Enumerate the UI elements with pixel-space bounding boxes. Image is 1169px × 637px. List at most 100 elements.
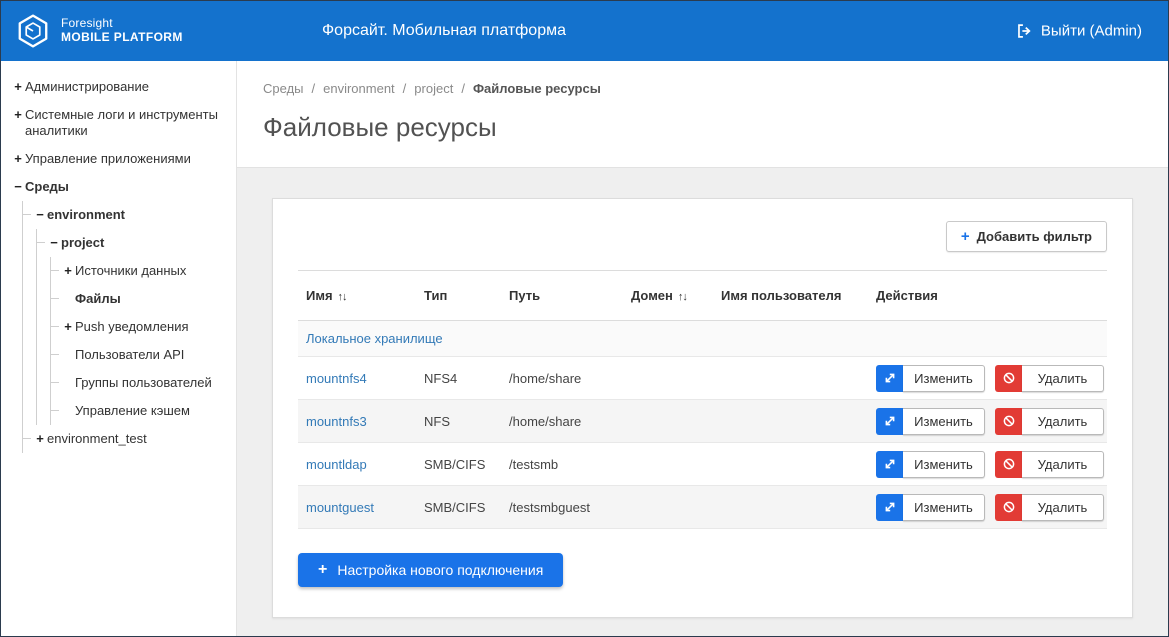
app-window: Foresight MOBILE PLATFORM Форсайт. Мобил… — [0, 0, 1169, 637]
column-header-domain: Домен ↑↓ — [623, 271, 713, 321]
foresight-logo[interactable]: Foresight MOBILE PLATFORM — [1, 13, 237, 49]
new-connection-label: Настройка нового подключения — [337, 562, 543, 578]
expand-icon[interactable]: + — [61, 263, 75, 279]
sidebar-item-data-sources[interactable]: + Источники данных — [51, 257, 230, 285]
expand-icon[interactable]: + — [11, 151, 25, 167]
breadcrumb-environment[interactable]: environment — [323, 81, 395, 96]
resource-type: NFS4 — [416, 357, 501, 400]
edit-button[interactable]: Изменить — [876, 494, 985, 521]
resources-table: Имя↑↓ Тип Путь Домен↑↓ Имя пользователя … — [298, 270, 1107, 529]
add-filter-button[interactable]: + Добавить фильтр — [946, 221, 1107, 252]
delete-button-label: Удалить — [1022, 451, 1104, 478]
resource-type: SMB/CIFS — [416, 443, 501, 486]
collapse-icon[interactable]: − — [47, 235, 61, 251]
column-label: Путь — [509, 288, 540, 303]
sidebar-item-cache-management[interactable]: Управление кэшем — [51, 397, 230, 425]
edit-button[interactable]: Изменить — [876, 451, 985, 478]
column-label: Действия — [876, 288, 938, 303]
sidebar-item-app-management[interactable]: + Управление приложениями — [9, 145, 230, 173]
resource-path: /home/share — [501, 400, 623, 443]
sidebar-item-project[interactable]: − project — [37, 229, 230, 257]
resource-link[interactable]: mountguest — [306, 500, 374, 515]
add-filter-label: Добавить фильтр — [977, 229, 1092, 244]
sort-icon[interactable]: ↑↓ — [678, 291, 687, 303]
logo-line2: MOBILE PLATFORM — [61, 31, 183, 45]
logout-label: Выйти (Admin) — [1041, 23, 1142, 40]
expand-icon[interactable]: + — [61, 319, 75, 335]
column-label: Тип — [424, 288, 447, 303]
edit-button-label: Изменить — [903, 408, 985, 435]
collapse-icon[interactable]: − — [33, 207, 47, 223]
edit-icon — [876, 365, 903, 392]
delete-icon — [995, 451, 1022, 478]
table-row: mountnfs3 NFS /home/share — [298, 400, 1107, 443]
column-label: Имя — [306, 288, 333, 303]
sidebar-item-label: Среды — [25, 179, 69, 195]
expand-icon[interactable]: + — [11, 79, 25, 95]
nav-tree: + Администрирование + Системные логи и и… — [1, 61, 236, 465]
expand-icon[interactable]: + — [11, 107, 25, 123]
edit-button[interactable]: Изменить — [876, 408, 985, 435]
foresight-logo-icon — [15, 13, 51, 49]
plus-icon: + — [318, 563, 327, 577]
sidebar-item-label: environment — [47, 207, 125, 223]
breadcrumb-project[interactable]: project — [414, 81, 453, 96]
edit-icon — [876, 494, 903, 521]
table-row: mountldap SMB/CIFS /testsmb — [298, 443, 1107, 486]
delete-button[interactable]: Удалить — [995, 365, 1104, 392]
delete-button[interactable]: Удалить — [995, 451, 1104, 478]
collapse-icon[interactable]: − — [11, 179, 25, 195]
expand-icon[interactable]: + — [33, 431, 47, 447]
sidebar-item-api-users[interactable]: Пользователи API — [51, 341, 230, 369]
page-title: Файловые ресурсы — [263, 112, 1142, 143]
breadcrumb-environments[interactable]: Среды — [263, 81, 304, 96]
sidebar-item-push-notifications[interactable]: + Push уведомления — [51, 313, 230, 341]
resource-link[interactable]: mountnfs4 — [306, 371, 367, 386]
delete-icon — [995, 494, 1022, 521]
storage-group-row: Локальное хранилище — [298, 321, 1107, 357]
resource-link[interactable]: mountnfs3 — [306, 414, 367, 429]
delete-button-label: Удалить — [1022, 408, 1104, 435]
column-header-actions: Действия — [868, 271, 1107, 321]
sidebar-item-files[interactable]: Файлы — [51, 285, 230, 313]
sidebar-item-environment-test[interactable]: + environment_test — [23, 425, 230, 453]
resource-domain — [623, 400, 713, 443]
delete-button[interactable]: Удалить — [995, 408, 1104, 435]
sidebar-item-label: Источники данных — [75, 263, 186, 279]
sidebar-item-user-groups[interactable]: Группы пользователей — [51, 369, 230, 397]
sidebar-item-administration[interactable]: + Администрирование — [9, 73, 230, 101]
new-connection-button[interactable]: + Настройка нового подключения — [298, 553, 563, 587]
sort-icon[interactable]: ↑↓ — [338, 291, 347, 303]
top-header: Foresight MOBILE PLATFORM Форсайт. Мобил… — [1, 1, 1168, 61]
edit-button-label: Изменить — [903, 494, 985, 521]
breadcrumb: Среды / environment / project / Файловые… — [263, 81, 1142, 96]
column-label: Домен — [631, 288, 673, 303]
plus-icon: + — [961, 230, 970, 243]
resource-path: /home/share — [501, 357, 623, 400]
sidebar-item-environments[interactable]: − Среды — [9, 173, 230, 201]
logout-button[interactable]: Выйти (Admin) — [1016, 23, 1142, 40]
logout-icon — [1016, 23, 1033, 40]
resource-username — [713, 357, 868, 400]
edit-button-label: Изменить — [903, 451, 985, 478]
delete-icon — [995, 365, 1022, 392]
delete-button-label: Удалить — [1022, 494, 1104, 521]
logo-line1: Foresight — [61, 17, 183, 31]
breadcrumb-separator: / — [403, 81, 407, 96]
sidebar-item-environment[interactable]: − environment — [23, 201, 230, 229]
edit-button[interactable]: Изменить — [876, 365, 985, 392]
page-header: Среды / environment / project / Файловые… — [237, 61, 1168, 168]
delete-button[interactable]: Удалить — [995, 494, 1104, 521]
column-label: Имя пользователя — [721, 288, 841, 303]
sidebar-item-label: Управление приложениями — [25, 151, 191, 167]
resource-link[interactable]: mountldap — [306, 457, 367, 472]
resource-type: NFS — [416, 400, 501, 443]
column-header-path: Путь — [501, 271, 623, 321]
resource-domain — [623, 443, 713, 486]
sidebar-item-label: project — [61, 235, 104, 251]
sidebar-item-label: Администрирование — [25, 79, 149, 95]
sidebar-item-system-logs[interactable]: + Системные логи и инструменты аналитики — [9, 101, 230, 145]
local-storage-link[interactable]: Локальное хранилище — [306, 331, 443, 346]
main-area: + Добавить фильтр Имя ↑↓ — [237, 168, 1168, 636]
resource-username — [713, 486, 868, 529]
